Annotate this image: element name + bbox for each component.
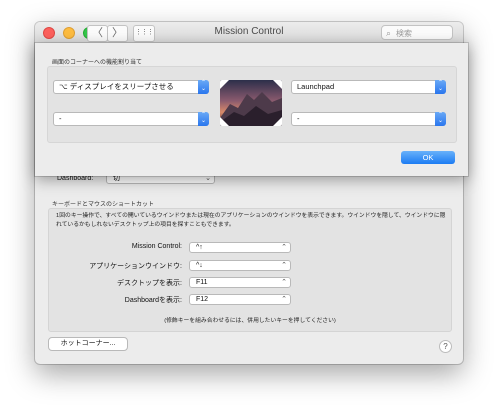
ok-button[interactable]: OK [401, 151, 455, 164]
mission-control-value: ^↑ [196, 244, 203, 251]
chevron-updown-icon: ⌃ ⌄ [198, 112, 209, 126]
show-desktop-value: F11 [196, 279, 208, 286]
bottom-left-corner-value: - [59, 114, 62, 123]
mountain-wallpaper-icon [220, 80, 282, 126]
chevron-updown-icon: ⌃ ⌄ [198, 80, 209, 94]
chevron-updown-icon: ⌃ [281, 279, 287, 286]
bottom-left-corner-popup[interactable]: - ⌃ ⌄ [53, 112, 209, 126]
app-windows-popup[interactable]: ^↓ ⌃ [189, 260, 291, 271]
help-button[interactable]: ? [439, 340, 452, 353]
bottom-right-corner-value: - [297, 114, 300, 123]
show-dashboard-popup[interactable]: F12 ⌃ [189, 294, 291, 305]
dashboard-label: Dashboard: [57, 175, 94, 182]
hot-corners-button[interactable]: ホットコーナー... [48, 337, 128, 351]
search-icon: ⌕ [386, 28, 392, 38]
bottom-right-corner-popup[interactable]: - ⌃ ⌄ [291, 112, 446, 126]
app-windows-label: アプリケーションウインドウ: [89, 263, 182, 270]
chevron-updown-icon: ⌃ [281, 244, 287, 251]
modifier-hint: (修飾キーを組み合わせるには、併用したいキーを押してください) [164, 318, 336, 324]
question-icon: ? [443, 342, 448, 351]
sheet-title: 画面のコーナーへの機能割り当て [52, 60, 143, 66]
top-left-corner-popup[interactable]: ⌥ ディスプレイをスリープさせる ⌃ ⌄ [53, 80, 209, 94]
show-dashboard-value: F12 [196, 296, 209, 303]
top-right-corner-value: Launchpad [297, 82, 335, 91]
chevron-updown-icon: ⌃ [281, 262, 287, 269]
mission-control-label: Mission Control: [131, 243, 182, 250]
shortcuts-description: 1回のキー操作で、すべての開いているウインドウまたは現在のアプリケーションのウイ… [56, 213, 446, 228]
chevron-updown-icon: ⌃ [281, 296, 287, 303]
top-right-corner-popup[interactable]: Launchpad ⌃ ⌄ [291, 80, 446, 94]
desktop-preview-image [220, 80, 282, 126]
title-bar: 〈 〉 ⋮⋮⋮ Mission Control ⌕ 検索 [35, 22, 463, 45]
app-windows-value: ^↓ [196, 262, 203, 269]
top-left-corner-value: ⌥ ディスプレイをスリープさせる [59, 82, 174, 91]
chevron-updown-icon: ⌃ ⌄ [435, 112, 446, 126]
shortcuts-panel: 1回のキー操作で、すべての開いているウインドウまたは現在のアプリケーションのウイ… [48, 208, 452, 332]
dashboard-value: 切 [113, 175, 120, 182]
search-placeholder: 検索 [396, 29, 412, 38]
search-field[interactable]: ⌕ 検索 [381, 25, 453, 40]
chevron-updown-icon: ⌃ ⌄ [435, 80, 446, 94]
hot-corners-sheet: 画面のコーナーへの機能割り当て ⌥ ディスプレイをスリープさせる ⌃ ⌄ Laun… [35, 43, 468, 176]
show-desktop-label: デスクトップを表示: [117, 280, 182, 287]
show-desktop-popup[interactable]: F11 ⌃ [189, 277, 291, 288]
show-dashboard-label: Dashboardを表示: [124, 297, 182, 304]
mission-control-popup[interactable]: ^↑ ⌃ [189, 242, 291, 253]
shortcuts-header: キーボードとマウスのショートカット [52, 202, 155, 208]
